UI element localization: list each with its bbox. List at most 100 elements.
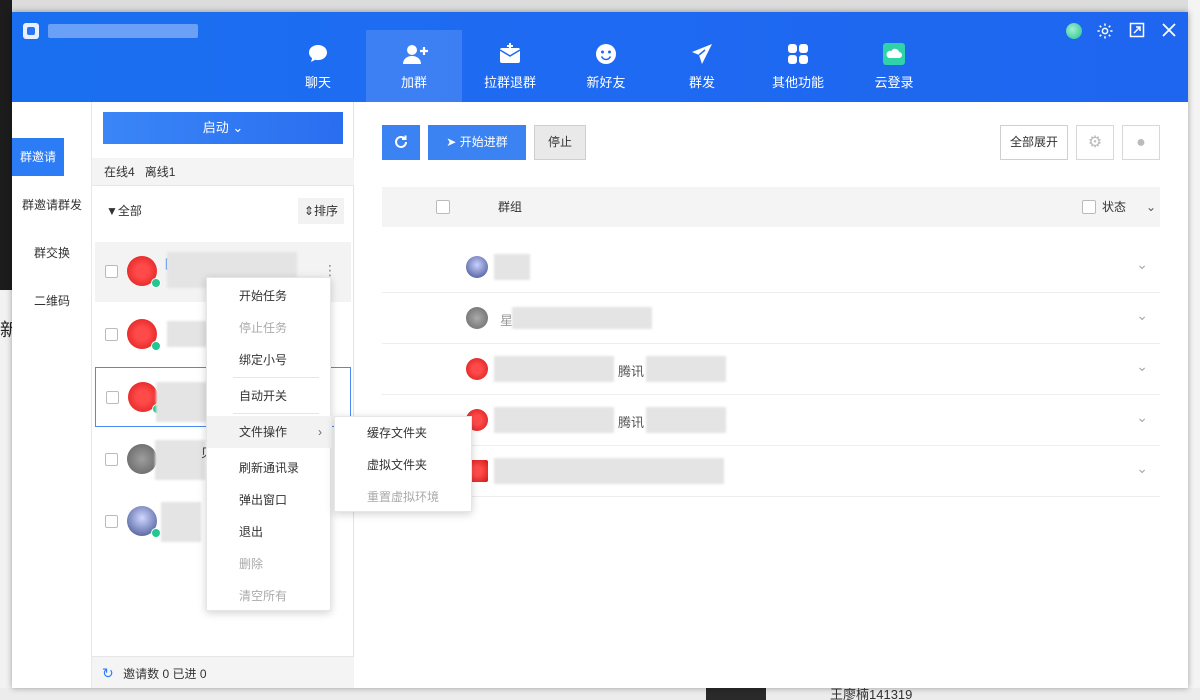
start-dropdown-button[interactable]: 启动 ⌄ xyxy=(103,112,343,144)
account-checkbox[interactable] xyxy=(105,515,118,528)
nav-chat[interactable]: 聊天 xyxy=(270,30,366,102)
menu-item-refresh-contacts[interactable]: 刷新通讯录 xyxy=(207,452,332,484)
submenu-item-cache-folder[interactable]: 缓存文件夹 xyxy=(335,417,473,449)
menu-item-bind-alt[interactable]: 绑定小号 xyxy=(207,344,332,376)
chevron-down-icon[interactable]: ⌄ xyxy=(1136,358,1148,375)
desktop-background-right xyxy=(1188,0,1200,700)
stop-button[interactable]: 停止 xyxy=(534,125,586,160)
menu-item-popup-window[interactable]: 弹出窗口 xyxy=(207,484,332,516)
account-checkbox[interactable] xyxy=(105,453,118,466)
paper-plane-icon: ➤ xyxy=(446,135,457,149)
account-info-redacted xyxy=(155,440,205,480)
sidebar-item-group-invite-broadcast[interactable]: 群邀请群发 xyxy=(12,186,92,224)
nav-label: 新好友 xyxy=(586,75,626,90)
group-name: 腾讯 xyxy=(618,415,645,430)
group-name-redacted xyxy=(494,356,614,382)
status-checkbox[interactable] xyxy=(1082,200,1096,214)
top-bar: 聊天 加群 拉群退群 新好友 群发 其他功能 云登录 xyxy=(12,12,1188,102)
online-badge-icon xyxy=(151,278,161,288)
nav-label: 聊天 xyxy=(304,75,331,90)
online-status-bar: 在线4 离线1 xyxy=(92,158,354,186)
smiley-icon xyxy=(594,42,618,66)
group-row[interactable]: ⌄ xyxy=(382,446,1160,497)
apps-grid-icon xyxy=(786,42,810,66)
expand-all-button[interactable]: 全部展开 xyxy=(1000,125,1068,160)
group-name-redacted xyxy=(494,254,530,280)
column-header-group: 群组 xyxy=(498,200,523,214)
chevron-down-icon[interactable]: ⌄ xyxy=(1146,187,1156,227)
menu-item-delete[interactable]: 删除 xyxy=(207,548,332,580)
start-join-button[interactable]: ➤ 开始进群 xyxy=(428,125,526,160)
avatar xyxy=(466,358,488,380)
nav-join-group[interactable]: 加群 xyxy=(366,30,462,102)
nav-new-friend[interactable]: 新好友 xyxy=(558,30,654,102)
group-row[interactable]: 星 ⌄ xyxy=(382,293,1160,344)
select-all-checkbox[interactable] xyxy=(436,200,450,214)
submenu-item-virtual-folder[interactable]: 虚拟文件夹 xyxy=(335,449,473,481)
start-button-label: 启动 xyxy=(202,120,229,135)
nav-label: 群发 xyxy=(688,75,715,90)
chevron-down-icon: ⌄ xyxy=(232,120,244,135)
chevron-right-icon: › xyxy=(318,425,322,439)
chevron-down-icon[interactable]: ⌄ xyxy=(1136,460,1148,477)
account-checkbox[interactable] xyxy=(106,391,119,404)
nav-other-functions[interactable]: 其他功能 xyxy=(750,30,846,102)
settings-gear-icon[interactable] xyxy=(1096,22,1114,40)
refresh-icon[interactable]: ↻ xyxy=(102,665,114,681)
account-footer: ↻ 邀请数 0 已进 0 xyxy=(92,656,354,688)
group-row[interactable]: ⌄ xyxy=(382,242,1160,293)
account-context-menu: 开始任务 停止任务 绑定小号 自动开关 文件操作 › 刷新通讯录 弹出窗口 退出… xyxy=(206,277,332,612)
settings-button[interactable]: ⚙ xyxy=(1076,125,1114,160)
menu-item-file-operations[interactable]: 文件操作 › xyxy=(207,416,332,448)
file-operations-submenu: 缓存文件夹 虚拟文件夹 重置虚拟环境 xyxy=(334,416,472,512)
filter-icon: ▼ xyxy=(106,204,118,218)
online-badge-icon xyxy=(151,528,161,538)
nav-label: 加群 xyxy=(400,75,427,90)
chevron-down-icon[interactable]: ⌄ xyxy=(1136,256,1148,273)
close-icon[interactable] xyxy=(1160,22,1178,40)
group-row[interactable]: 腾讯 ⌄ xyxy=(382,395,1160,446)
sidebar-item-qrcode[interactable]: 二维码 xyxy=(12,282,92,320)
sidebar-item-group-invite[interactable]: 群邀请 xyxy=(12,138,64,176)
sort-button[interactable]: ⇕排序 xyxy=(297,198,344,224)
menu-item-clear-all[interactable]: 清空所有 xyxy=(207,580,332,612)
add-user-icon xyxy=(402,42,428,66)
nav-pull-group[interactable]: 拉群退群 xyxy=(462,30,558,102)
invites-label: 邀请数 xyxy=(123,667,160,681)
mail-add-icon xyxy=(498,42,522,66)
menu-item-start-task[interactable]: 开始任务 xyxy=(207,280,332,312)
desktop-background-bottom xyxy=(0,688,1200,700)
refresh-icon xyxy=(395,135,407,148)
account-info-redacted xyxy=(161,502,201,542)
sidebar-item-group-exchange[interactable]: 群交换 xyxy=(12,234,92,272)
group-name-redacted xyxy=(646,407,726,433)
nav-label: 拉群退群 xyxy=(483,75,536,90)
chevron-down-icon[interactable]: ⌄ xyxy=(1136,307,1148,324)
menu-item-stop-task[interactable]: 停止任务 xyxy=(207,312,332,344)
chat-button[interactable]: ● xyxy=(1122,125,1160,160)
menu-item-exit[interactable]: 退出 xyxy=(207,516,332,548)
maximize-icon[interactable] xyxy=(1128,22,1146,40)
chevron-down-icon[interactable]: ⌄ xyxy=(1136,409,1148,426)
cloud-icon xyxy=(882,42,906,66)
app-title-redacted xyxy=(48,24,198,38)
column-header-status[interactable]: 状态 xyxy=(1102,187,1126,227)
submenu-item-reset-virtual-env[interactable]: 重置虚拟环境 xyxy=(335,481,473,513)
group-row[interactable]: 腾讯 ⌄ xyxy=(382,344,1160,395)
gear-icon: ⚙ xyxy=(1087,134,1103,151)
desktop-dark-block xyxy=(706,688,766,700)
nav-broadcast[interactable]: 群发 xyxy=(654,30,750,102)
connection-status-icon[interactable] xyxy=(1066,23,1082,39)
group-table-header: 群组 状态 ⌄ xyxy=(382,187,1160,227)
menu-item-auto-toggle[interactable]: 自动开关 xyxy=(207,380,332,412)
filter-all-button[interactable]: ▼全部 xyxy=(106,198,142,224)
group-name-redacted xyxy=(494,458,724,484)
refresh-button[interactable] xyxy=(382,125,420,160)
chat-bubble-icon xyxy=(306,42,330,66)
online-count: 在线4 xyxy=(104,165,135,179)
account-checkbox[interactable] xyxy=(105,328,118,341)
filter-row: ▼全部 ⇕排序 xyxy=(92,198,354,224)
paper-plane-icon xyxy=(690,42,714,66)
account-checkbox[interactable] xyxy=(105,265,118,278)
nav-cloud-login[interactable]: 云登录 xyxy=(846,30,942,102)
